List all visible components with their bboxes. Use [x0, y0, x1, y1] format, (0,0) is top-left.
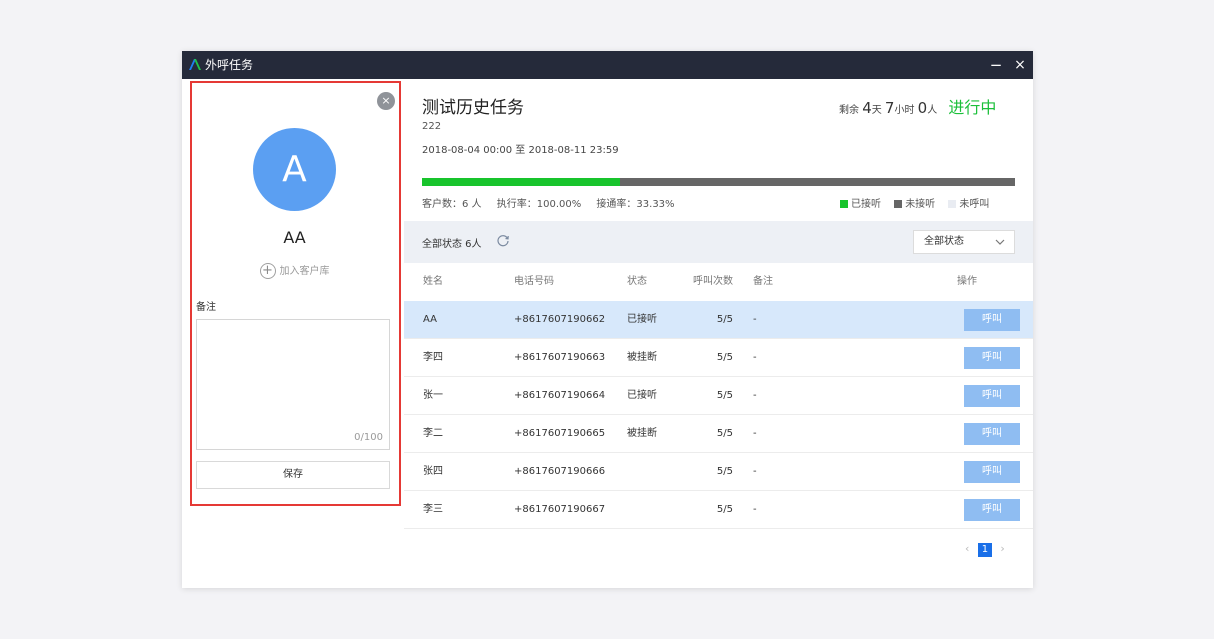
status-badge: 进行中: [948, 98, 997, 117]
people-unit: 人: [927, 105, 938, 116]
days-unit: 天: [871, 105, 882, 116]
row-note: -: [753, 466, 757, 477]
table-row[interactable]: 张一 +8617607190664 已接听 5/5 - 呼叫: [404, 377, 1033, 415]
exec-rate-stat: 执行率：100.00%: [496, 199, 582, 210]
title-bar: 外呼任务 − ×: [182, 51, 1033, 79]
row-status: 已接听: [627, 390, 657, 401]
row-status: 已接听: [627, 314, 657, 325]
legend-not-called: 未呼叫: [948, 199, 989, 210]
legend-swatch-icon: [894, 200, 903, 208]
window-title: 外呼任务: [205, 58, 254, 72]
row-note: -: [753, 428, 757, 439]
row-name: 张四: [423, 466, 443, 477]
connect-rate-stat: 接通率：33.33%: [596, 199, 675, 210]
row-status: 被挂断: [627, 428, 657, 439]
add-to-library-button[interactable]: + 加入客户库: [192, 262, 397, 279]
status-filter-select[interactable]: 全部状态: [913, 230, 1015, 254]
row-note: -: [753, 390, 757, 401]
close-panel-icon[interactable]: ×: [377, 92, 395, 110]
outbound-task-window: 外呼任务 − × × A AA + 加入客户库 备注 0/100 保存 测试历史任…: [182, 51, 1033, 588]
legend-unanswered: 未接听: [894, 199, 935, 210]
call-button[interactable]: 呼叫: [964, 499, 1020, 521]
notes-char-counter: 0/100: [354, 432, 383, 443]
current-page[interactable]: 1: [977, 543, 992, 557]
customers-stat: 客户数：6 人: [422, 199, 482, 210]
row-name: 李二: [423, 428, 443, 439]
header-name: 姓名: [423, 276, 443, 287]
plus-circle-icon: +: [259, 263, 276, 279]
pagination: ‹ 1 ›: [965, 542, 1005, 557]
table-row[interactable]: 张四 +8617607190666 5/5 - 呼叫: [404, 453, 1033, 491]
call-button[interactable]: 呼叫: [964, 423, 1020, 445]
call-button[interactable]: 呼叫: [964, 309, 1020, 331]
notes-textarea[interactable]: 0/100: [196, 319, 390, 450]
save-button[interactable]: 保存: [196, 461, 390, 489]
customer-detail-panel: × A AA + 加入客户库 备注 0/100 保存: [190, 81, 401, 506]
call-button[interactable]: 呼叫: [964, 347, 1020, 369]
status-filter-value: 全部状态: [924, 236, 964, 247]
task-stats: 客户数：6 人 执行率：100.00% 接通率：33.33%: [422, 195, 687, 210]
row-name: 李三: [423, 504, 443, 515]
call-progress-bar: [422, 178, 1015, 186]
remaining-people: 0: [917, 99, 928, 117]
remaining-days: 4: [862, 99, 872, 117]
close-window-button[interactable]: ×: [1012, 55, 1028, 75]
row-call-count: 5/5: [716, 352, 733, 363]
row-note: -: [753, 504, 757, 515]
notes-label: 备注: [196, 302, 216, 313]
call-button[interactable]: 呼叫: [964, 461, 1020, 483]
header-note: 备注: [753, 276, 773, 287]
refresh-icon[interactable]: [496, 233, 510, 247]
row-phone: +8617607190664: [514, 390, 606, 401]
minimize-button[interactable]: −: [988, 55, 1004, 75]
table-row[interactable]: 李四 +8617607190663 被挂断 5/5 - 呼叫: [404, 339, 1033, 377]
row-call-count: 5/5: [716, 314, 733, 325]
remaining-label: 剩余: [839, 105, 859, 116]
task-title: 测试历史任务: [422, 98, 524, 118]
table-row[interactable]: AA +8617607190662 已接听 5/5 - 呼叫: [404, 301, 1033, 339]
header-action: 操作: [957, 276, 977, 287]
row-name: 李四: [423, 352, 443, 363]
header-status: 状态: [627, 276, 647, 287]
row-call-count: 5/5: [716, 466, 733, 477]
legend-answered: 已接听: [840, 199, 881, 210]
task-date-range: 2018-08-04 00:00 至 2018-08-11 23:59: [422, 145, 619, 156]
table-header: 姓名 电话号码 状态 呼叫次数 备注 操作: [404, 263, 1033, 301]
row-phone: +8617607190667: [514, 504, 606, 515]
header-phone: 电话号码: [514, 276, 554, 287]
legend-swatch-icon: [840, 200, 848, 208]
table-row[interactable]: 李三 +8617607190667 5/5 - 呼叫: [404, 491, 1033, 529]
row-call-count: 5/5: [716, 390, 733, 401]
legend-swatch-icon: [948, 200, 957, 208]
row-name: AA: [423, 314, 437, 325]
row-note: -: [753, 314, 757, 325]
row-name: 张一: [423, 390, 443, 401]
row-call-count: 5/5: [716, 428, 733, 439]
avatar: A: [253, 128, 336, 211]
remaining-time: 剩余 4天 7小时 0人 进行中: [839, 94, 996, 118]
row-call-count: 5/5: [716, 504, 733, 515]
task-code: 222: [422, 121, 442, 132]
row-note: -: [753, 352, 757, 363]
filter-bar: 全部状态 6人 全部状态: [404, 221, 1033, 263]
progress-fill-answered: [422, 178, 620, 186]
prev-page-button[interactable]: ‹: [965, 542, 969, 555]
row-phone: +8617607190663: [514, 352, 606, 363]
add-to-library-label: 加入客户库: [279, 266, 330, 277]
row-phone: +8617607190666: [514, 466, 606, 477]
row-phone: +8617607190662: [514, 314, 606, 325]
app-logo-icon: [189, 59, 201, 70]
progress-legend: 已接听 未接听 未呼叫: [830, 195, 989, 210]
next-page-button[interactable]: ›: [1000, 542, 1004, 555]
row-status: 被挂断: [627, 352, 657, 363]
table-row[interactable]: 李二 +8617607190665 被挂断 5/5 - 呼叫: [404, 415, 1033, 453]
customer-name: AA: [283, 228, 306, 247]
header-call-count: 呼叫次数: [693, 276, 733, 287]
call-button[interactable]: 呼叫: [964, 385, 1020, 407]
hours-unit: 小时: [894, 105, 915, 116]
row-phone: +8617607190665: [514, 428, 606, 439]
chevron-down-icon: [995, 239, 1005, 245]
filter-count: 全部状态 6人: [422, 239, 482, 250]
